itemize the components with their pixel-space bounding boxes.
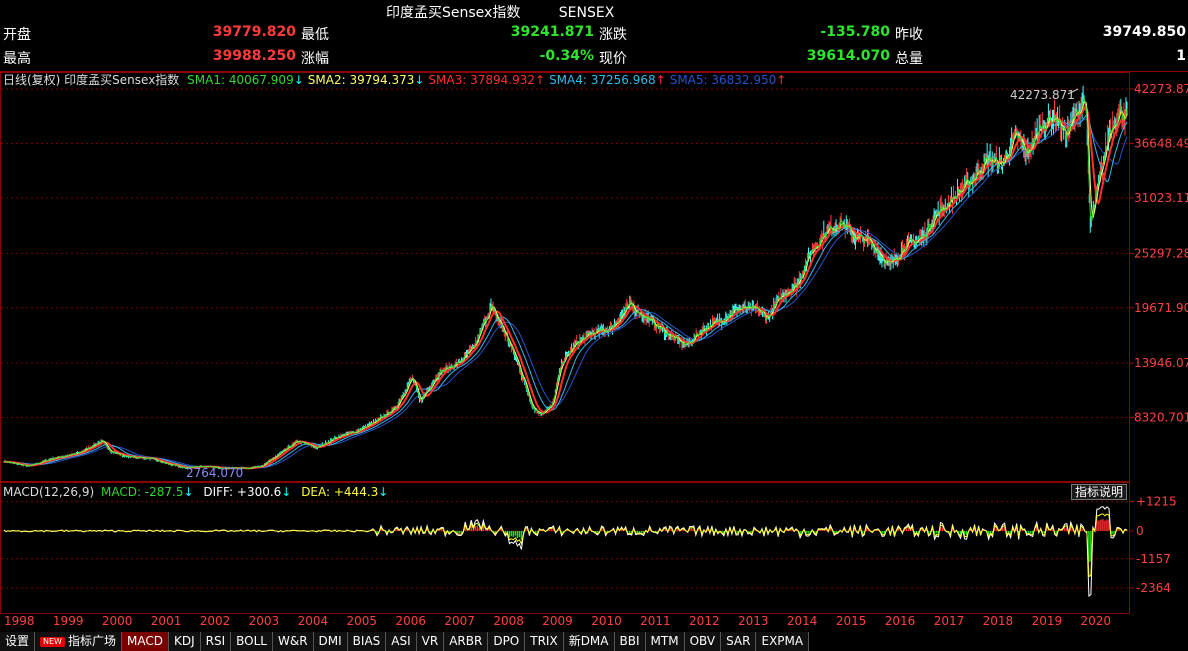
tab-arbr[interactable]: ARBR [444, 632, 489, 651]
tab-obv[interactable]: OBV [684, 632, 722, 651]
year-axis: 1998 1999 2000 2001 2002 2003 2004 2005 2006 2007… [0, 614, 1130, 630]
tab-新dma[interactable]: 新DMA [563, 632, 615, 651]
year-label-2012: 2012 [689, 614, 720, 628]
quote-value-row1-0: 39779.820 [212, 24, 296, 40]
tab-label: SAR [726, 634, 751, 648]
macd-tick-label: 0 [1136, 524, 1144, 538]
tab-label: DPO [493, 634, 520, 648]
sma2-line [3, 101, 1128, 470]
macd-tick-label: -1157 [1136, 552, 1171, 566]
price-tick-label: 13946.078 [1134, 356, 1188, 370]
tab-w&r[interactable]: W&R [272, 632, 314, 651]
tab-label: KDJ [173, 634, 195, 648]
price-tick-label: 8320.701 [1134, 411, 1188, 425]
tab-label: 指标广场 [67, 634, 116, 648]
quote-value-row2-0: 39988.250 [212, 48, 296, 64]
dea-line [3, 513, 1128, 578]
year-label-2005: 2005 [346, 614, 378, 628]
quote-value-row1-3: 39749.850 [1102, 24, 1186, 40]
year-label-1998: 1998 [4, 614, 35, 628]
tab-expma[interactable]: EXPMA [756, 632, 810, 651]
year-label-2000: 2000 [101, 614, 133, 628]
tab-label: TRIX [530, 634, 558, 648]
tab-label: ASI [391, 634, 411, 648]
price-chart[interactable]: 42273.87 36648.494 31023.116 25297.284 19671… [0, 72, 1188, 482]
tab-label: 新DMA [568, 634, 609, 648]
year-label-2010: 2010 [591, 614, 622, 628]
year-label-2018: 2018 [982, 614, 1014, 628]
sma1-line [3, 96, 1128, 470]
tab-label: BBI [619, 634, 640, 648]
sma5-line [3, 118, 1128, 469]
year-label-2009: 2009 [542, 614, 573, 628]
year-label-2011: 2011 [640, 614, 671, 628]
new-badge: NEW [40, 636, 65, 647]
instrument-title: 印度孟买Sensex指数 SENSEX [386, 2, 614, 22]
instrument-code: SENSEX [558, 5, 615, 21]
tab-label: ARBR [449, 634, 483, 648]
year-label-1999: 1999 [52, 614, 84, 628]
price-tick-label: 36648.494 [1134, 136, 1188, 150]
tab-trix[interactable]: TRIX [525, 632, 564, 651]
quote-value-row2-3: 1 [1176, 48, 1186, 64]
year-label-2013: 2013 [737, 614, 769, 628]
tab-vr[interactable]: VR [416, 632, 445, 651]
tab-label: EXPMA [761, 634, 804, 648]
tab-rsi[interactable]: RSI [200, 632, 232, 651]
year-label-2007: 2007 [444, 614, 475, 628]
tab-label: BOLL [236, 634, 267, 648]
tab-mtm[interactable]: MTM [645, 632, 685, 651]
year-label-2015: 2015 [835, 614, 867, 628]
year-label-2020: 2020 [1080, 614, 1112, 628]
tab-label: VR [421, 634, 439, 648]
tab-bbi[interactable]: BBI [614, 632, 646, 651]
sma4-line [3, 114, 1128, 469]
price-tick-label: 42273.87 [1134, 82, 1188, 96]
tab-label: OBV [689, 634, 716, 648]
tab-label: RSI [205, 634, 226, 648]
macd-tick-label: +1215 [1136, 495, 1177, 509]
year-label-2014: 2014 [786, 614, 818, 628]
year-label-2019: 2019 [1031, 614, 1063, 628]
indicator-tab-bar: 设置 NEW 指标广场 MACD KDJ RSI BOLL W&R DMI BIAS ASI VR AR… [0, 632, 810, 651]
tab-label: MACD [126, 634, 163, 648]
tab-dpo[interactable]: DPO [488, 632, 526, 651]
year-label-2001: 2001 [150, 614, 182, 628]
tab-kdj[interactable]: KDJ [168, 632, 201, 651]
diff-line [3, 506, 1128, 597]
year-label-2003: 2003 [248, 614, 280, 628]
tab-bias[interactable]: BIAS [347, 632, 387, 651]
tab-macd[interactable]: MACD [121, 632, 169, 651]
quote-value-row1-1: 39241.871 [510, 24, 594, 40]
year-label-2008: 2008 [493, 614, 524, 628]
year-label-2006: 2006 [395, 614, 426, 628]
macd-tick-label: -2364 [1136, 581, 1171, 595]
tab-label: DMI [318, 634, 342, 648]
tab-sar[interactable]: SAR [721, 632, 757, 651]
quote-value-row2-1: -0.34% [539, 48, 594, 64]
tab-label: 设置 [5, 634, 30, 648]
sma3-line [3, 106, 1128, 470]
price-tick-label: 19671.908 [1134, 301, 1188, 315]
tab-asi[interactable]: ASI [386, 632, 417, 651]
tab-dmi[interactable]: DMI [313, 632, 348, 651]
tab-指标广场[interactable]: NEW 指标广场 [35, 632, 122, 651]
year-label-2016: 2016 [884, 614, 916, 628]
instrument-name: 印度孟买Sensex指数 [386, 5, 521, 21]
year-label-2017: 2017 [933, 614, 965, 628]
macd-chart[interactable]: +1215 0 -1157 -2364 [0, 482, 1188, 614]
tab-label: MTM [650, 634, 679, 648]
tab-设置[interactable]: 设置 [0, 632, 36, 651]
tab-label: BIAS [352, 634, 381, 648]
year-label-2002: 2002 [199, 614, 231, 628]
price-tick-label: 31023.116 [1134, 191, 1188, 205]
low-annotation: 2764.070 [186, 466, 243, 480]
quote-value-row1-2: -135.780 [820, 24, 890, 40]
quote-value-row2-2: 39614.070 [806, 48, 890, 64]
price-tick-label: 25297.284 [1134, 246, 1188, 260]
year-label-2004: 2004 [297, 614, 329, 628]
tab-label: W&R [277, 634, 308, 648]
high-annotation: 42273.871 [1010, 88, 1075, 102]
tab-boll[interactable]: BOLL [231, 632, 273, 651]
